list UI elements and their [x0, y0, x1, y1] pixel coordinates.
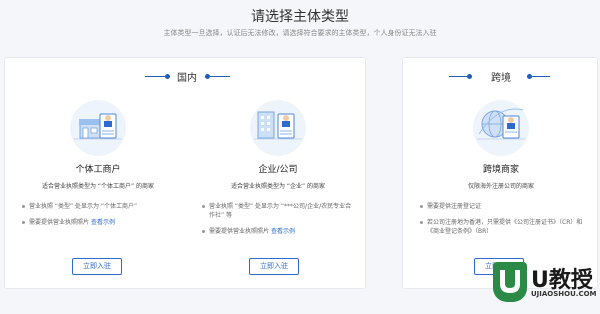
building-icon	[254, 111, 302, 140]
list-item: 营业执照 “类型” 处显示为 “个体工商户”	[21, 202, 175, 211]
divider-right	[530, 76, 550, 77]
enterprise-enter-button[interactable]: 立即入驻	[249, 258, 299, 275]
cross-border-section-header: 跨境	[403, 69, 597, 84]
list-item: 需要提供注册登记证	[419, 202, 583, 211]
globe-icon	[477, 108, 525, 140]
list-item: 需要提供营业执照照片 查看示例	[21, 218, 175, 227]
cross-border-card: 跨境 跨境商家 仅限海外注册公司的商家 需要提供注册登记证 若公司注册地为香港，…	[402, 57, 598, 289]
individual-business-enter-button[interactable]: 立即入驻	[72, 258, 122, 275]
enterprise-desc: 适合营业执照类型为 “企业” 的商家	[230, 183, 326, 190]
cross-border-option: 跨境商家 仅限海外注册公司的商家 需要提供注册登记证 若公司注册地为香港，只需提…	[411, 94, 591, 243]
list-item: 需要提供营业执照照片 查看示例	[201, 227, 355, 236]
page-subtitle: 主体类型一旦选择，认证后无法修改，请选择符合要求的主体类型，个人身份证无法入驻	[163, 29, 437, 37]
globe-illustration	[469, 94, 533, 158]
cross-border-title: 跨境商家	[482, 165, 519, 175]
divider-left	[449, 76, 469, 77]
page-title: 请选择主体类型	[251, 9, 349, 25]
individual-business-desc: 适合营业执照类型为 “个体工商户” 的商家	[41, 183, 155, 190]
individual-business-option: 个体工商户 适合营业执照类型为 “个体工商户” 的商家 营业执照 “类型” 处显…	[13, 94, 183, 234]
individual-business-title: 个体工商户	[75, 165, 121, 175]
storefront-illustration	[66, 94, 130, 158]
shield-icon	[493, 262, 527, 302]
domestic-section-header: 国内	[5, 69, 365, 84]
list-item: 若公司注册地为香港，只需提供《公司注册证书》（CR）和《商业登记条例》（BR）	[419, 218, 583, 236]
enterprise-title: 企业/公司	[258, 165, 298, 175]
domestic-card: 国内 个体工商户 适合营业执照类型为 “个体工商户” 的商家 营业执照 “类型”…	[4, 57, 366, 289]
divider-right	[208, 76, 230, 77]
cross-border-desc: 仅限海外注册公司的商家	[467, 183, 534, 190]
list-item: 营业执照 “类型” 处显示为 “***公司/企业/农民专业合作社” 等	[201, 202, 355, 220]
cross-border-label: 跨境	[491, 73, 511, 84]
watermark-logo: U教授 UJIAOSHOU.COM	[485, 256, 600, 314]
office-building-illustration	[246, 94, 310, 158]
view-example-link[interactable]: 查看示例	[271, 228, 295, 235]
enterprise-option: 企业/公司 适合营业执照类型为 “企业” 的商家 营业执照 “类型” 处显示为 …	[193, 94, 363, 243]
view-example-link[interactable]: 查看示例	[91, 219, 115, 226]
shop-icon	[74, 113, 122, 140]
watermark-url: UJIAOSHOU.COM	[531, 290, 597, 298]
